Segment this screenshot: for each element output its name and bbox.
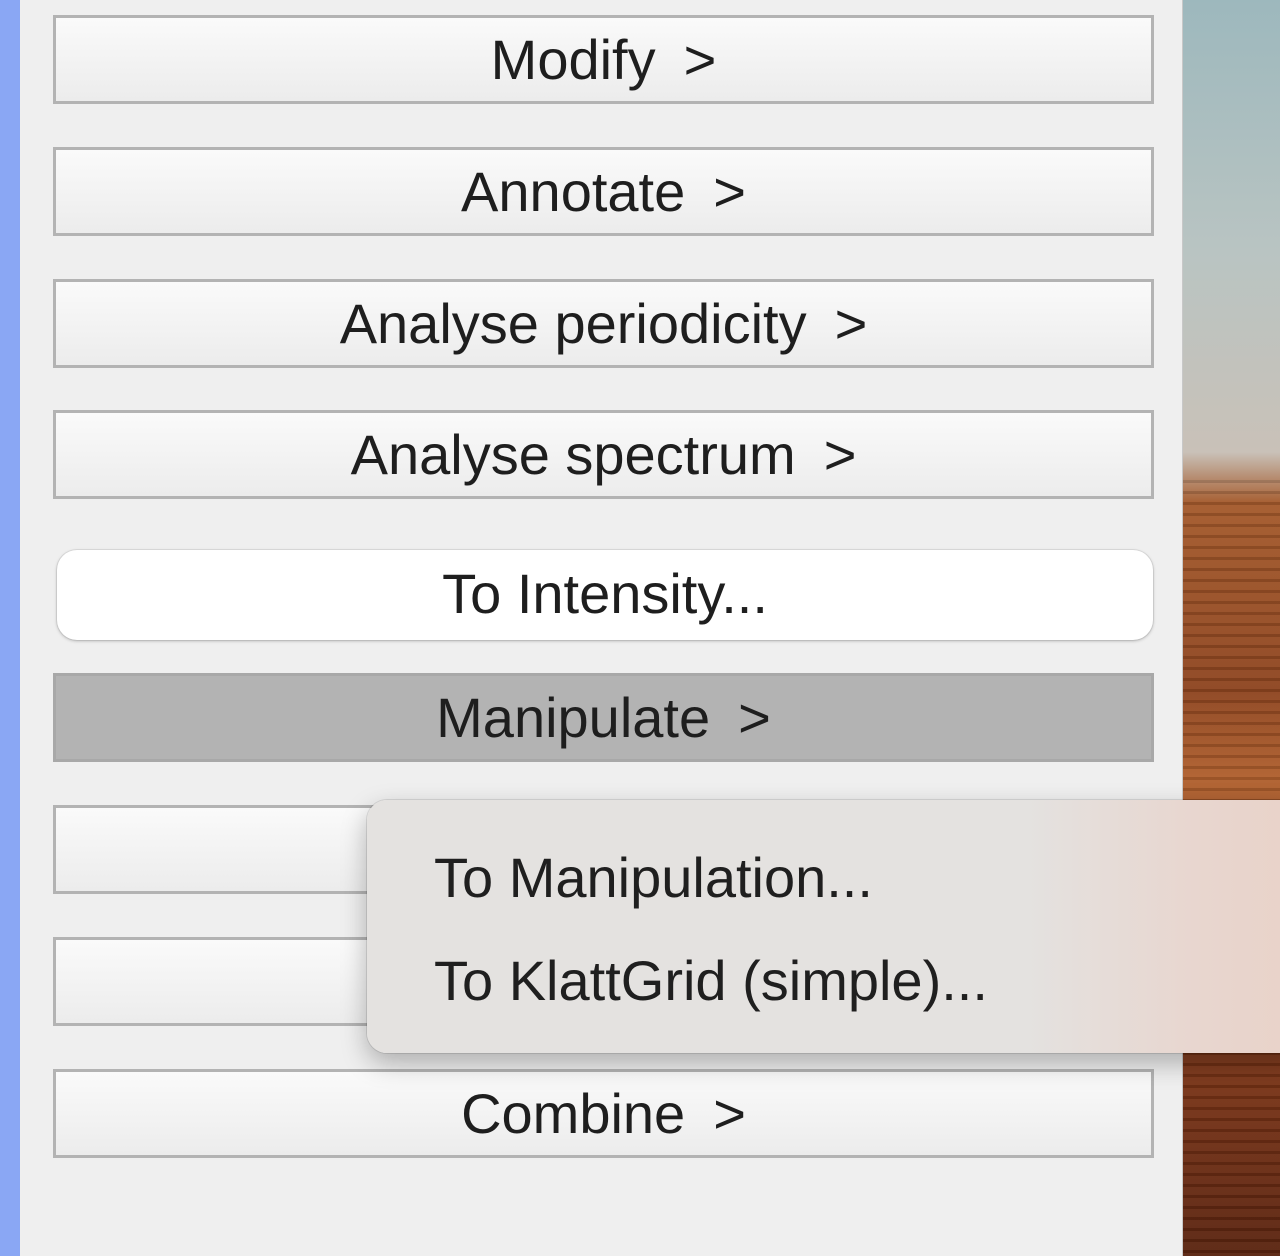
menu-item-to-manipulation[interactable]: To Manipulation... <box>434 843 873 913</box>
submenu-arrow-icon: > <box>834 292 868 355</box>
submenu-arrow-icon: > <box>713 1082 746 1145</box>
dynamic-menu-panel: Modify > Annotate > Analyse periodicity > A… <box>0 0 1183 1256</box>
annotate-button-label: Annotate <box>461 160 686 223</box>
modify-button[interactable]: Modify > <box>53 15 1154 104</box>
combine-button-label: Combine <box>461 1082 686 1145</box>
submenu-arrow-icon: > <box>713 160 746 223</box>
submenu-arrow-icon: > <box>823 423 857 486</box>
analyse-periodicity-button[interactable]: Analyse periodicity > <box>53 279 1154 368</box>
submenu-arrow-icon: > <box>683 28 717 91</box>
manipulate-button[interactable]: Manipulate > <box>53 673 1154 762</box>
submenu-arrow-icon: > <box>738 686 771 749</box>
analyse-spectrum-button[interactable]: Analyse spectrum > <box>53 410 1154 499</box>
combine-button[interactable]: Combine > <box>53 1069 1154 1158</box>
analyse-spectrum-button-label: Analyse spectrum <box>350 423 796 486</box>
menu-item-to-klattgrid-simple[interactable]: To KlattGrid (simple)... <box>434 946 988 1016</box>
screen: Modify > Annotate > Analyse periodicity > A… <box>0 0 1280 1256</box>
to-intensity-button[interactable]: To Intensity... <box>57 550 1153 640</box>
manipulate-button-label: Manipulate <box>436 686 711 749</box>
modify-button-label: Modify <box>490 28 656 91</box>
manipulate-submenu: To Manipulation... To KlattGrid (simple)… <box>367 800 1280 1053</box>
annotate-button[interactable]: Annotate > <box>53 147 1154 236</box>
to-intensity-button-label: To Intensity... <box>442 562 768 625</box>
analyse-periodicity-button-label: Analyse periodicity <box>339 292 807 355</box>
window-focus-strip <box>0 0 20 1256</box>
